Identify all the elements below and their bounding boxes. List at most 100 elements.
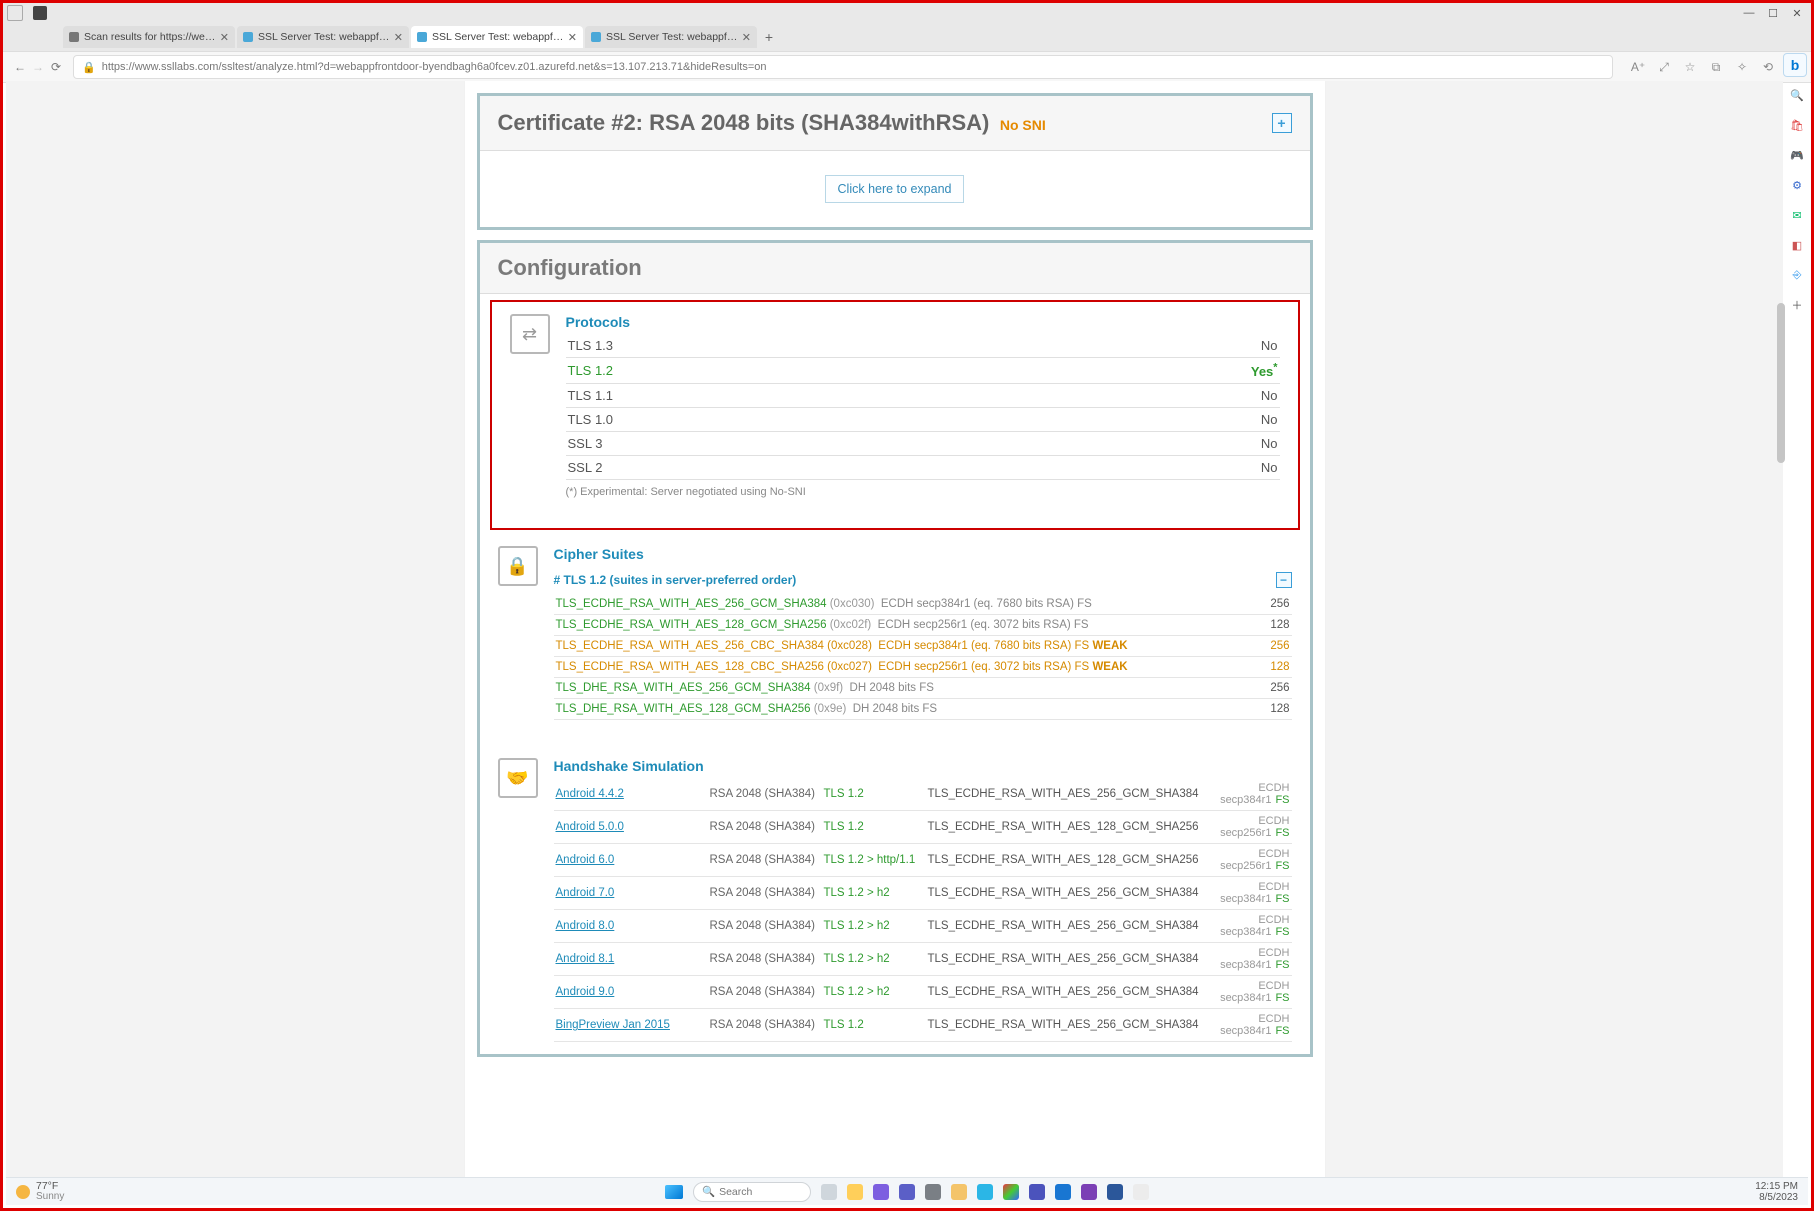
address-bar[interactable]: 🔒 https://www.ssllabs.com/ssltest/analyz… (73, 55, 1613, 79)
close-window-button[interactable]: ✕ (1787, 5, 1807, 21)
add-sidebar-icon[interactable]: ＋ (1789, 297, 1805, 313)
handshake-key: RSA 2048 (SHA384) (708, 910, 822, 943)
back-button[interactable]: ← (11, 60, 29, 74)
favorite-icon[interactable]: ☆ (1681, 60, 1699, 74)
edge-icon[interactable] (977, 1184, 993, 1200)
system-tray-clock[interactable]: 12:15 PM 8/5/2023 (1755, 1178, 1798, 1205)
explorer-icon[interactable] (847, 1184, 863, 1200)
tab-close-button[interactable]: ✕ (394, 31, 403, 44)
protocol-value: No (1007, 334, 1280, 358)
protocols-table: TLS 1.3NoTLS 1.2Yes*TLS 1.1NoTLS 1.0NoSS… (566, 334, 1280, 480)
handshake-client-link[interactable]: Android 6.0 (556, 854, 615, 866)
handshake-icon: 🤝 (498, 758, 538, 798)
cipher-name-cell: TLS_ECDHE_RSA_WITH_AES_256_CBC_SHA384 (0… (554, 636, 1263, 657)
handshake-client-link[interactable]: Android 4.4.2 (556, 788, 624, 800)
protocol-row: TLS 1.2Yes* (566, 358, 1280, 384)
click-to-expand-button[interactable]: Click here to expand (825, 175, 965, 203)
office-icon[interactable]: ◧ (1789, 237, 1805, 253)
word-icon[interactable] (1107, 1184, 1123, 1200)
zoom-icon[interactable]: ⤢ (1655, 60, 1673, 75)
protocol-name: SSL 3 (566, 432, 1007, 456)
handshake-protocol: TLS 1.2 (824, 1019, 864, 1031)
browser-tab[interactable]: SSL Server Test: webappfrontdo... ✕ (237, 26, 409, 48)
scrollbar-thumb[interactable] (1777, 303, 1785, 463)
drop-icon[interactable]: ⎆ (1789, 267, 1805, 283)
tab-close-button[interactable]: ✕ (742, 31, 751, 44)
start-button[interactable] (665, 1185, 683, 1199)
handshake-client-link[interactable]: Android 5.0.0 (556, 821, 624, 833)
folder-icon[interactable] (951, 1184, 967, 1200)
handshake-cipher: TLS_ECDHE_RSA_WITH_AES_256_GCM_SHA384 (926, 976, 1201, 1009)
bing-sidebar-button[interactable]: b (1783, 53, 1807, 77)
browser-tab[interactable]: SSL Server Test: webappfrontdo...✕ (585, 26, 757, 48)
chat-icon[interactable] (873, 1184, 889, 1200)
search-sidebar-icon[interactable]: 🔍 (1789, 87, 1805, 103)
cipher-name-cell: TLS_ECDHE_RSA_WITH_AES_128_CBC_SHA256 (0… (554, 657, 1263, 678)
profile2-icon[interactable] (33, 6, 47, 20)
handshake-row: BingPreview Jan 2015RSA 2048 (SHA384)TLS… (554, 1009, 1292, 1042)
tab-favicon-icon (417, 32, 427, 42)
snip-icon[interactable] (1133, 1184, 1149, 1200)
games-icon[interactable]: 🎮 (1789, 147, 1805, 163)
sync-icon[interactable]: ⟲ (1759, 60, 1777, 74)
cipher-name-cell: TLS_DHE_RSA_WITH_AES_128_GCM_SHA256 (0x9… (554, 699, 1263, 720)
handshake-kx: ECDH secp384r1FS (1201, 976, 1292, 1009)
handshake-client-link[interactable]: Android 9.0 (556, 986, 615, 998)
protocol-name: TLS 1.2 (566, 358, 1007, 384)
handshake-protocol: TLS 1.2 > h2 (824, 986, 890, 998)
collapse-ciphers-button[interactable]: − (1276, 572, 1292, 588)
outlook-taskbar-icon[interactable] (1055, 1184, 1071, 1200)
settings-icon[interactable] (925, 1184, 941, 1200)
protocol-value: No (1007, 384, 1280, 408)
taskbar-search[interactable]: 🔍 Search (693, 1182, 811, 1202)
new-tab-button[interactable]: + (759, 29, 779, 45)
cipher-strength: 256 (1263, 594, 1292, 615)
handshake-heading: Handshake Simulation (554, 758, 1292, 774)
protocol-value: No (1007, 408, 1280, 432)
weather-cond: Sunny (36, 1192, 64, 1202)
search-icon: 🔍 (702, 1185, 715, 1198)
handshake-client-link[interactable]: Android 8.0 (556, 920, 615, 932)
handshake-client-link[interactable]: Android 7.0 (556, 887, 615, 899)
chrome-icon[interactable] (1003, 1184, 1019, 1200)
teams2-icon[interactable] (1029, 1184, 1045, 1200)
configuration-card: Configuration ⇄ Protocols TLS 1.3NoTLS 1… (477, 240, 1313, 1057)
handshake-row: Android 7.0RSA 2048 (SHA384)TLS 1.2 > h2… (554, 877, 1292, 910)
tab-close-button[interactable]: ✕ (220, 31, 229, 44)
maximize-button[interactable]: ☐ (1763, 5, 1783, 21)
handshake-kx: ECDH secp256r1FS (1201, 811, 1292, 844)
cipher-row: TLS_ECDHE_RSA_WITH_AES_256_CBC_SHA384 (0… (554, 636, 1292, 657)
protocol-row: SSL 3No (566, 432, 1280, 456)
taskview-icon[interactable] (821, 1184, 837, 1200)
handshake-client-link[interactable]: Android 8.1 (556, 953, 615, 965)
lock-icon: 🔒 (82, 61, 96, 74)
cipher-row: TLS_ECDHE_RSA_WITH_AES_128_CBC_SHA256 (0… (554, 657, 1292, 678)
expand-certificate-button[interactable]: + (1272, 113, 1292, 133)
forward-button[interactable]: → (29, 60, 47, 74)
browser-tab[interactable]: SSL Server Test: webappfrontdo...✕ (411, 26, 583, 48)
read-aloud-icon[interactable]: A⁺ (1629, 60, 1647, 74)
extensions-icon[interactable]: ✧ (1733, 60, 1751, 74)
tab-close-button[interactable]: ✕ (568, 31, 577, 44)
cipher-heading: Cipher Suites (554, 546, 1292, 562)
profile-icon[interactable] (7, 5, 23, 21)
handshake-client-link[interactable]: BingPreview Jan 2015 (556, 1019, 670, 1031)
window-titlebar: — ☐ ✕ (3, 3, 1811, 23)
teams-icon[interactable] (899, 1184, 915, 1200)
minimize-button[interactable]: — (1739, 5, 1759, 21)
browser-tab[interactable]: Scan results for https://webappf...✕ (63, 26, 235, 48)
handshake-key: RSA 2048 (SHA384) (708, 844, 822, 877)
refresh-button[interactable]: ⟳ (47, 60, 65, 74)
outlook-icon[interactable]: ✉ (1789, 207, 1805, 223)
onenote-icon[interactable] (1081, 1184, 1097, 1200)
cipher-suites-section: 🔒 Cipher Suites # TLS 1.2 (suites in ser… (480, 534, 1310, 732)
handshake-key: RSA 2048 (SHA384) (708, 976, 822, 1009)
collections-icon[interactable]: ⧉ (1707, 60, 1725, 75)
tab-favicon-icon (591, 32, 601, 42)
handshake-row: Android 8.1RSA 2048 (SHA384)TLS 1.2 > h2… (554, 943, 1292, 976)
tab-title: SSL Server Test: webappfrontdo... (258, 31, 390, 43)
handshake-cipher: TLS_ECDHE_RSA_WITH_AES_256_GCM_SHA384 (926, 1009, 1201, 1042)
tools-icon[interactable]: ⚙ (1789, 177, 1805, 193)
weather-widget[interactable]: 77°F Sunny (16, 1178, 64, 1205)
shopping-icon[interactable]: 🛍 (1789, 117, 1805, 133)
